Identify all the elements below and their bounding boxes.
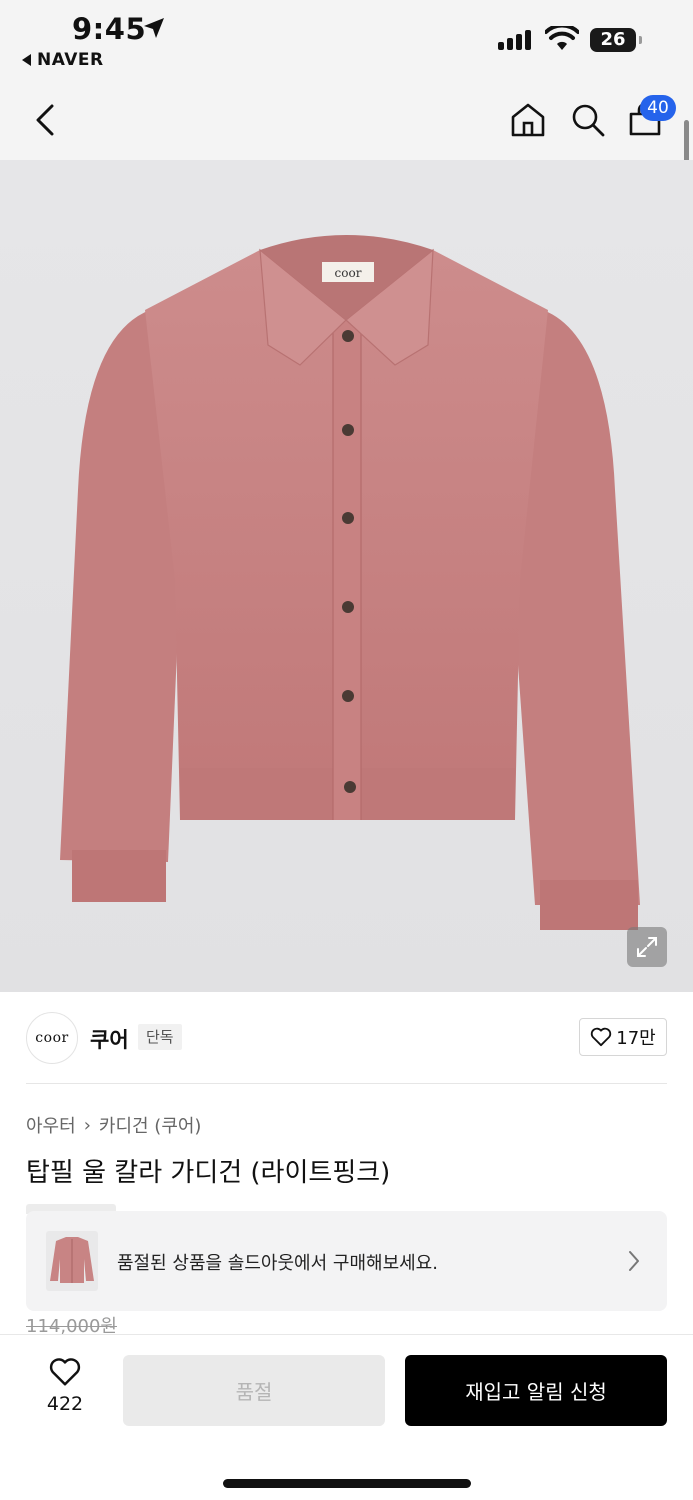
product-title: 탑필 울 칼라 가디건 (라이트핑크) (26, 1158, 391, 1188)
breadcrumb: 아우터 › 카디건 (쿠어) (26, 1112, 201, 1138)
top-navigation: 40 (0, 80, 693, 160)
exclusive-tag: 단독 (138, 1024, 182, 1050)
cardigan-illustration: coor (60, 235, 640, 930)
back-to-app-link[interactable]: NAVER (22, 50, 104, 70)
soldout-promo-banner[interactable]: 품절된 상품을 솔드아웃에서 구매해보세요. (26, 1211, 667, 1311)
zoom-expand-button[interactable] (627, 927, 667, 967)
brand-logo[interactable]: coor (26, 1012, 78, 1064)
chevron-right-icon: › (83, 1114, 91, 1136)
chevron-right-icon (629, 1251, 639, 1271)
brand-like-count: 17만 (616, 1028, 656, 1049)
brand-like-button[interactable]: 17만 (579, 1018, 667, 1056)
product-image[interactable]: coor (0, 160, 693, 992)
status-time: 9:45 (72, 12, 147, 46)
home-indicator[interactable] (223, 1479, 471, 1488)
battery-icon: 26 (590, 28, 642, 52)
wishlist-button[interactable]: 422 (38, 1357, 92, 1415)
back-chevron-icon[interactable] (30, 100, 60, 140)
heart-icon (591, 1027, 612, 1047)
search-icon[interactable] (568, 100, 608, 140)
soldout-button[interactable]: 품절 (123, 1355, 385, 1426)
wishlist-count: 422 (46, 1393, 84, 1415)
promo-thumbnail (46, 1231, 98, 1291)
garment-label-text: coor (335, 266, 362, 280)
promo-text: 품절된 상품을 솔드아웃에서 구매해보세요. (117, 1253, 438, 1274)
cart-count-badge: 40 (640, 95, 676, 121)
heart-icon (49, 1358, 81, 1386)
battery-level: 26 (600, 29, 626, 50)
brand-row: coor 쿠어 단독 17만 (26, 1010, 667, 1066)
back-app-label: NAVER (37, 50, 104, 70)
location-arrow-icon (144, 18, 164, 38)
cellular-signal-icon (498, 30, 531, 50)
bottom-action-bar: 422 품절 재입고 알림 신청 (0, 1334, 693, 1500)
expand-arrows-icon (637, 937, 657, 957)
back-triangle-icon (22, 54, 31, 66)
divider (26, 1083, 667, 1084)
status-bar: 9:45 NAVER 26 (0, 0, 693, 80)
brand-name[interactable]: 쿠어 (90, 1024, 129, 1054)
breadcrumb-category[interactable]: 아우터 (26, 1112, 76, 1138)
restock-notify-button[interactable]: 재입고 알림 신청 (405, 1355, 667, 1426)
home-icon[interactable] (508, 100, 548, 140)
breadcrumb-subcategory[interactable]: 카디건 (쿠어) (99, 1112, 202, 1138)
wifi-icon (545, 26, 579, 50)
